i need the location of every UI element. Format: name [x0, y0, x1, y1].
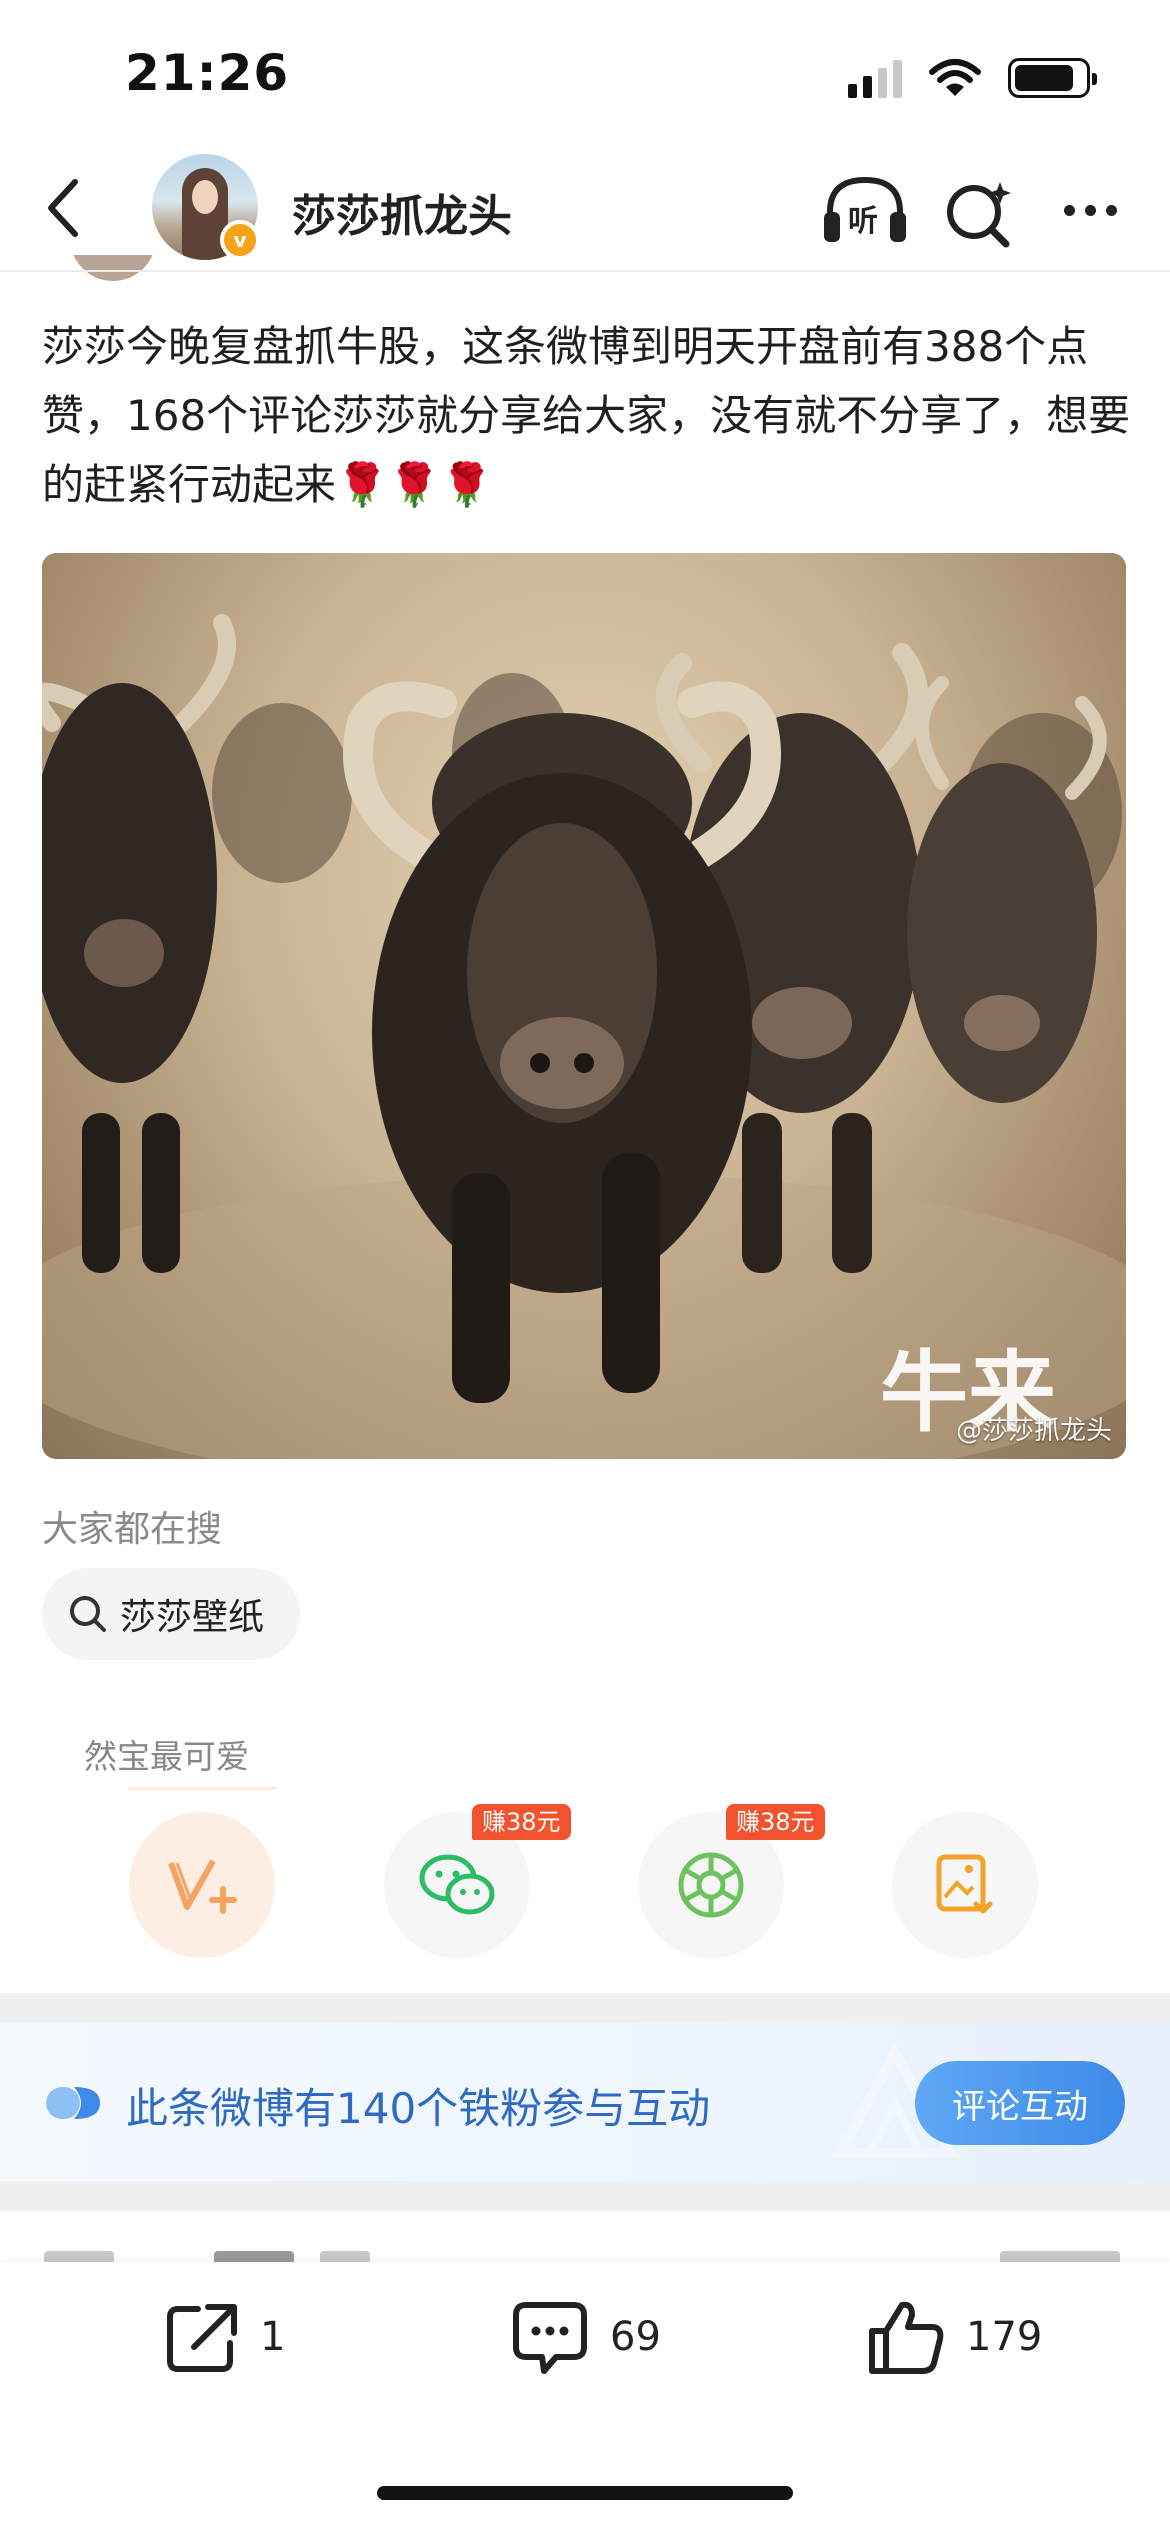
hot-search-chip[interactable]: 莎莎壁纸	[42, 1568, 301, 1660]
iron-fans-text: 此条微博有140个铁粉参与互动	[126, 2084, 711, 2133]
comment-icon	[513, 2302, 587, 2374]
save-image-icon	[936, 1854, 993, 1914]
repost-icon	[167, 2304, 237, 2372]
battery-icon	[1008, 58, 1097, 98]
status-time: 21:26	[125, 44, 290, 102]
status-bar: 21:26	[0, 0, 1170, 150]
comment-button[interactable]: 69	[510, 2292, 661, 2382]
more-button[interactable]	[1052, 172, 1128, 248]
wechat-icon	[419, 1854, 495, 1915]
iron-fans-banner: 此条微博有140个铁粉参与互动 评论互动	[0, 2023, 1170, 2181]
listen-button[interactable]: 听	[822, 172, 908, 248]
post-text: 莎莎今晚复盘抓牛股，这条微博到明天开盘前有388个点赞，168个评论莎莎就分享给…	[42, 322, 1131, 509]
comment-interact-button[interactable]: 评论互动	[915, 2061, 1125, 2145]
hot-search-title: 大家都在搜	[42, 1509, 223, 1550]
like-count: 179	[966, 2314, 1043, 2360]
verified-badge-icon: v	[220, 220, 260, 260]
cellular-signal-icon	[848, 58, 902, 98]
thumbs-up-icon	[869, 2301, 944, 2374]
previous-content-peek	[40, 255, 170, 283]
promo-label: 然宝最可爱	[84, 1737, 249, 1776]
promo-underline	[128, 1787, 276, 1790]
post-header: v 莎莎抓龙头 听	[0, 150, 1170, 272]
moments-icon	[678, 1852, 744, 1918]
section-divider	[0, 2181, 1170, 2211]
listen-label: 听	[848, 204, 878, 239]
repost-count: 1	[260, 2314, 286, 2360]
back-button[interactable]	[28, 170, 98, 246]
wechat-earn-badge: 赚38元	[472, 1804, 571, 1840]
header-divider	[0, 270, 1170, 272]
section-divider	[0, 1993, 1170, 2023]
moments-earn-badge: 赚38元	[726, 1804, 825, 1840]
share-row: 赚38元 赚38元	[0, 1804, 1170, 1962]
search-sparkle-icon	[947, 182, 1011, 248]
image-watermark: @莎莎抓龙头	[955, 1416, 1112, 1446]
comment-count: 69	[610, 2314, 661, 2360]
save-image-button[interactable]	[892, 1812, 1038, 1958]
fans-icon	[46, 2087, 100, 2119]
post-image[interactable]: 牛来 @莎莎抓龙头	[42, 553, 1126, 1459]
like-button[interactable]: 179	[866, 2292, 1042, 2382]
status-icons	[848, 58, 1097, 98]
vplus-button[interactable]	[129, 1812, 275, 1958]
user-name[interactable]: 莎莎抓龙头	[292, 180, 512, 244]
home-indicator[interactable]	[377, 2486, 793, 2500]
comment-tabs-peek	[0, 2211, 1170, 2265]
hot-search-chip-label: 莎莎壁纸	[120, 1597, 265, 1638]
search-icon	[70, 1596, 106, 1632]
chevron-left-icon	[48, 179, 78, 237]
repost-button[interactable]: 1	[164, 2292, 285, 2382]
search-button[interactable]	[940, 172, 1020, 252]
wifi-icon	[929, 59, 981, 96]
more-icon	[1063, 204, 1075, 216]
vplus-icon	[168, 1859, 237, 1914]
